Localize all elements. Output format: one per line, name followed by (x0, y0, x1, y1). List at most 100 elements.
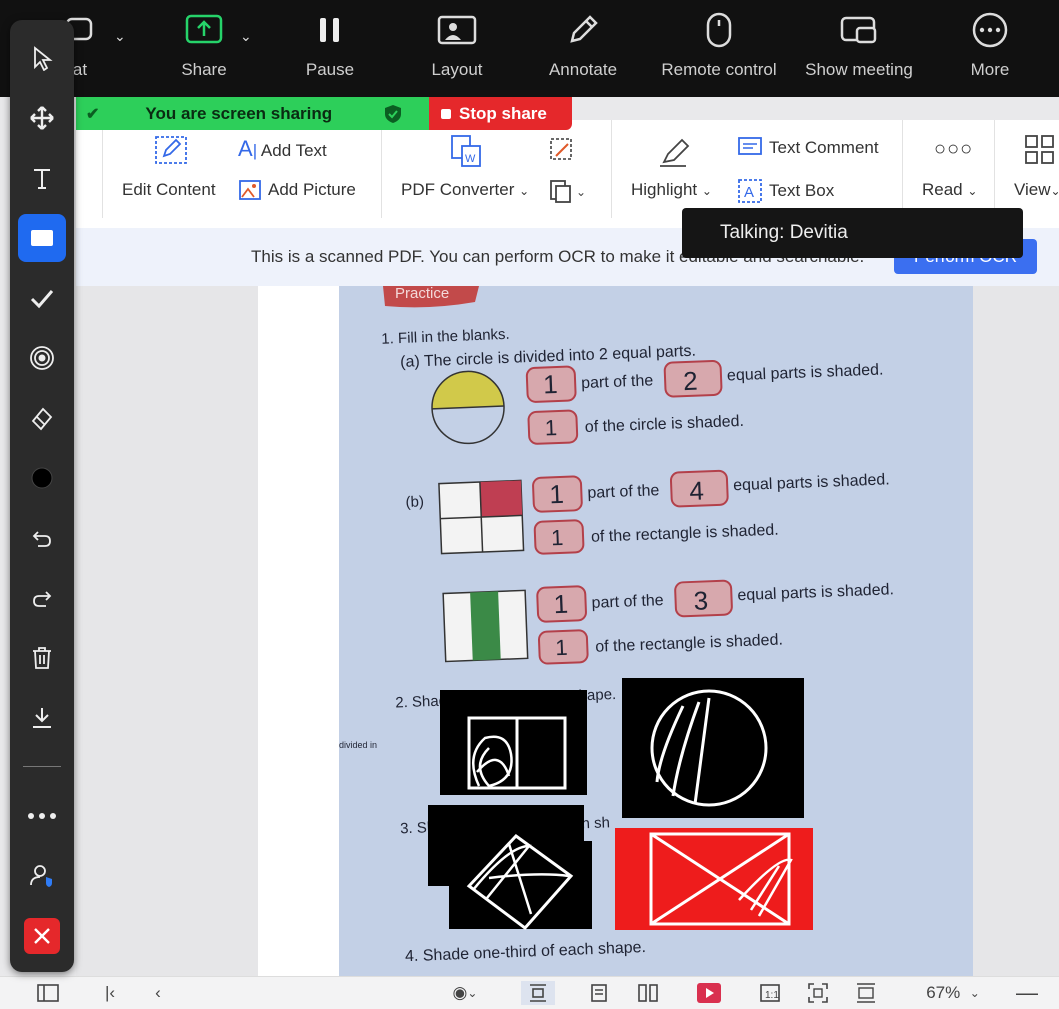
stamp-check-icon[interactable] (18, 274, 66, 322)
eraser-icon[interactable] (18, 394, 66, 442)
svg-text:⌄: ⌄ (576, 185, 586, 199)
actual-size-icon[interactable]: 1:1 (756, 981, 784, 1005)
first-page-icon[interactable]: |‹ (96, 981, 124, 1005)
image-edit-icon[interactable] (548, 136, 576, 169)
pause-button[interactable]: Pause (300, 0, 360, 97)
annotator-name-icon[interactable] (18, 852, 66, 900)
shield-check-icon (385, 104, 402, 123)
svg-text:1: 1 (543, 369, 559, 400)
svg-text:A: A (744, 184, 754, 201)
leaf-icon: ✔ (86, 105, 100, 123)
color-dot-icon[interactable] (18, 454, 66, 502)
slideshow-icon[interactable] (694, 981, 724, 1005)
svg-text:of the rectangle is shaded.: of the rectangle is shaded. (591, 522, 779, 546)
annotation-toolbar (10, 20, 74, 972)
save-icon[interactable] (18, 694, 66, 742)
chevron-down-icon[interactable]: ⌄ (240, 28, 252, 45)
edit-content-icon (154, 134, 188, 171)
svg-text:2: 2 (683, 366, 699, 397)
svg-text:1: 1 (555, 635, 568, 660)
scanned-worksheet-image: Practice 1. Fill in the blanks. (a) The … (339, 285, 973, 976)
svg-text:equal parts is shaded.: equal parts is shaded. (733, 471, 890, 494)
more-button[interactable]: More (960, 0, 1020, 97)
view-icon (1024, 134, 1056, 171)
zoom-level-dropdown[interactable]: 67% ⌄ (918, 981, 988, 1005)
share-screen-icon (185, 0, 223, 60)
screen-sharing-banner: ✔ You are screen sharing (76, 97, 429, 130)
stop-share-button[interactable]: Stop share (429, 97, 572, 130)
svg-text:Practice: Practice (395, 286, 449, 302)
rectangle-icon[interactable] (18, 214, 66, 262)
redo-icon[interactable] (18, 574, 66, 622)
highlight-button[interactable]: Highlight ⌄ (631, 180, 712, 200)
svg-text:4. Shade one-third of each sh: 4. Shade one-third of each shape. (405, 939, 647, 965)
fit-page-icon[interactable] (804, 981, 832, 1005)
svg-text:1: 1 (544, 415, 557, 440)
pdf-converter-button[interactable]: PDF Converter ⌄ (401, 180, 529, 200)
move-icon[interactable] (18, 94, 66, 142)
text-tool-icon[interactable] (18, 154, 66, 202)
pdf-converter-icon: W (450, 134, 484, 173)
svg-text:1: 1 (549, 479, 565, 510)
svg-text:1:1: 1:1 (765, 990, 779, 1001)
pause-icon (317, 0, 343, 60)
sidebar-toggle-icon[interactable] (34, 981, 62, 1005)
show-meeting-icon (839, 0, 879, 60)
svg-text:divided in: divided in (339, 740, 377, 750)
talking-indicator: Talking: Devitia (682, 208, 1023, 258)
more-icon (971, 0, 1009, 60)
toolbar-divider (23, 766, 61, 767)
text-comment-icon (738, 137, 762, 155)
svg-text:4: 4 (689, 475, 705, 506)
svg-text:3: 3 (693, 585, 709, 616)
single-page-icon[interactable] (521, 981, 555, 1005)
svg-text:part of the: part of the (591, 592, 664, 612)
organize-pages-button[interactable]: ⌄ (548, 178, 588, 209)
svg-text:equal parts is shaded.: equal parts is shaded. (727, 361, 884, 384)
remote-control-button[interactable]: Remote control (652, 0, 786, 97)
pdf-status-bar: |‹ ‹ ◉ ⌄ 1:1 67% ⌄ — (0, 976, 1059, 1009)
close-icon (24, 918, 60, 954)
spotlight-icon[interactable] (18, 334, 66, 382)
show-meeting-button[interactable]: Show meeting (797, 0, 921, 97)
trash-icon[interactable] (18, 634, 66, 682)
svg-text:of the circle is shaded.: of the circle is shaded. (585, 413, 745, 436)
add-text-icon: A (238, 136, 253, 161)
chevron-down-icon[interactable]: ⌄ (114, 28, 126, 45)
add-picture-button[interactable]: Add Picture (238, 178, 356, 202)
fit-width-icon[interactable] (852, 981, 880, 1005)
zoom-meeting-controls: at ⌄ Share ⌄ Pause Layout Annotate Remot… (0, 0, 1059, 97)
mouse-icon (704, 0, 734, 60)
read-button[interactable]: Read ⌄ (922, 180, 977, 200)
previous-page-icon[interactable]: ‹ (144, 981, 172, 1005)
svg-text:W: W (465, 153, 476, 165)
edit-content-button[interactable]: Edit Content (122, 180, 216, 200)
text-comment-button[interactable]: Text Comment (737, 136, 879, 160)
svg-text:equal parts is shaded.: equal parts is shaded. (737, 581, 894, 604)
svg-text:1: 1 (553, 589, 569, 620)
close-annotation-button[interactable] (18, 912, 66, 960)
share-button[interactable]: Share (174, 0, 234, 97)
text-box-button[interactable]: A Text Box (737, 178, 834, 204)
zoom-out-icon[interactable]: — (1014, 980, 1040, 1005)
svg-text:1: 1 (551, 525, 564, 550)
add-text-button[interactable]: A| Add Text (238, 136, 327, 162)
layout-icon (437, 0, 477, 60)
svg-text:part of the: part of the (581, 372, 654, 392)
stop-icon (441, 108, 451, 119)
eye-view-icon[interactable]: ◉ ⌄ (442, 981, 488, 1005)
highlight-icon (658, 136, 692, 173)
read-icon: ○○○ (934, 138, 974, 160)
layout-button[interactable]: Layout (422, 0, 492, 97)
pencil-icon (566, 0, 600, 60)
more-dots-icon[interactable] (18, 792, 66, 840)
undo-icon[interactable] (18, 514, 66, 562)
text-box-icon: A (738, 179, 762, 203)
svg-text:(b): (b) (405, 493, 424, 511)
annotate-button[interactable]: Annotate (540, 0, 626, 97)
add-picture-icon (239, 180, 261, 200)
view-button[interactable]: View⌄ (1014, 180, 1059, 200)
two-page-icon[interactable] (632, 981, 664, 1005)
pointer-icon[interactable] (18, 34, 66, 82)
continuous-page-icon[interactable] (584, 981, 614, 1005)
